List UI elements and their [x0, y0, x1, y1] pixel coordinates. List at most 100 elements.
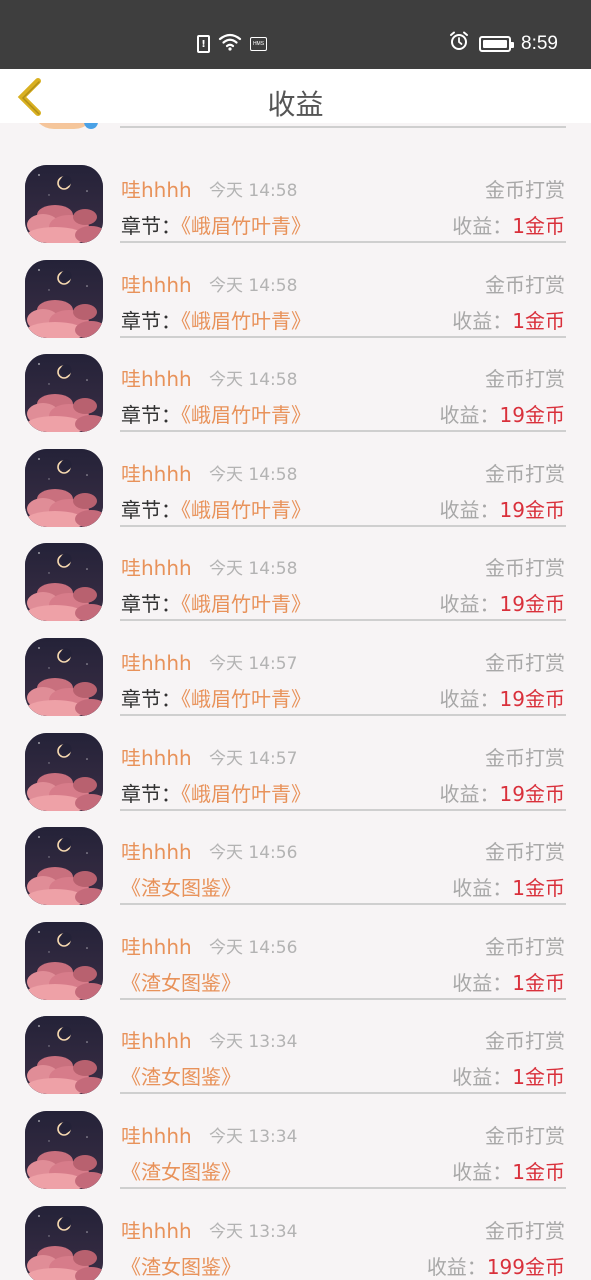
avatar	[25, 638, 103, 716]
user-name[interactable]: 哇hhhh	[121, 363, 192, 392]
earning-value: 1金币	[512, 1160, 565, 1184]
user-name[interactable]: 哇hhhh	[121, 1120, 192, 1149]
user-name[interactable]: 哇hhhh	[121, 552, 192, 581]
list-item[interactable]: 哇hhhh 今天 14:57 金币打赏 章节：《峨眉竹叶青》 收益：19金币	[0, 617, 591, 716]
chapter-name[interactable]: 《峨眉竹叶青》	[181, 687, 311, 711]
chapter-info: 《渣女图鉴》	[121, 967, 241, 996]
user-name[interactable]: 哇hhhh	[121, 269, 192, 298]
earning-label: 收益：	[452, 1065, 513, 1090]
reward-type: 金币打赏	[485, 1124, 565, 1148]
chapter-name[interactable]: 《峨眉竹叶青》	[181, 592, 311, 616]
user-name[interactable]: 哇hhhh	[121, 174, 192, 203]
night-sky-cloud-icon	[25, 638, 103, 716]
avatar	[25, 827, 103, 906]
user-name[interactable]: 哇hhhh	[121, 1215, 192, 1244]
night-sky-cloud-icon	[25, 354, 103, 433]
list-item[interactable]: 哇hhhh 今天 13:34 金币打赏 《渣女图鉴》 收益：1金币	[0, 995, 591, 1095]
list-item[interactable]: 哇hhhh 今天 14:57 金币打赏 章节：《峨眉竹叶青》 收益：19金币	[0, 712, 591, 811]
chapter-name[interactable]: 《峨眉竹叶青》	[181, 403, 311, 427]
night-sky-cloud-icon	[25, 165, 103, 243]
earning: 收益：1金币	[452, 967, 565, 996]
earning-label: 收益：	[439, 497, 500, 522]
chapter-name[interactable]: 《峨眉竹叶青》	[181, 498, 311, 522]
list-item[interactable]: 哇hhhh 今天 14:58 金币打赏 章节：《峨眉竹叶青》 收益：19金币	[0, 333, 591, 433]
earning-label: 收益：	[452, 308, 513, 333]
earning-label: 收益：	[439, 781, 500, 806]
chapter-name[interactable]: 《渣女图鉴》	[121, 1160, 241, 1184]
timestamp: 今天 14:58	[209, 370, 298, 391]
chapter-info: 《渣女图鉴》	[121, 872, 241, 901]
list-item[interactable]: 哇hhhh 今天 13:34 金币打赏 《渣女图鉴》 收益：199金币	[0, 1185, 591, 1280]
earning: 收益：19金币	[440, 494, 565, 523]
user-name[interactable]: 哇hhhh	[121, 931, 192, 960]
avatar	[25, 259, 103, 338]
timestamp: 今天 14:58	[209, 275, 298, 296]
chapter-label: 章节：	[121, 214, 181, 238]
list-item-partial	[0, 123, 591, 143]
earning: 收益：1金币	[452, 1061, 565, 1090]
earning: 收益：1金币	[452, 1156, 565, 1185]
reward-type: 金币打赏	[485, 272, 565, 297]
divider	[120, 126, 566, 128]
hms-icon: HMS	[250, 37, 267, 51]
chapter-info: 章节：《峨眉竹叶青》	[121, 210, 311, 239]
earning-label: 收益：	[426, 1254, 487, 1279]
earning-value: 1金币	[512, 970, 565, 995]
list-item[interactable]: 哇hhhh 今天 14:58 金币打赏 章节：《峨眉竹叶青》 收益：19金币	[0, 522, 591, 622]
chapter-info: 章节：《峨眉竹叶青》	[121, 399, 311, 428]
chapter-info: 章节：《峨眉竹叶青》	[121, 778, 311, 807]
chapter-info: 章节：《峨眉竹叶青》	[121, 588, 311, 617]
chapter-label: 章节：	[121, 687, 181, 711]
timestamp: 今天 14:58	[209, 559, 298, 580]
user-name[interactable]: 哇hhhh	[121, 1025, 192, 1054]
earning: 收益：1金币	[452, 872, 565, 901]
earning-value: 1金币	[512, 876, 565, 901]
user-name[interactable]: 哇hhhh	[121, 458, 192, 487]
chapter-name[interactable]: 《峨眉竹叶青》	[181, 782, 311, 806]
chapter-info: 章节：《峨眉竹叶青》	[121, 683, 311, 712]
earning-value: 1金币	[512, 214, 565, 238]
night-sky-cloud-icon	[25, 921, 103, 1000]
list-item[interactable]: 哇hhhh 今天 14:58 金币打赏 章节：《峨眉竹叶青》 收益：19金币	[0, 428, 591, 527]
chapter-name[interactable]: 《峨眉竹叶青》	[181, 214, 311, 238]
timestamp: 今天 14:57	[209, 748, 298, 769]
earning-value: 19金币	[499, 403, 565, 428]
alarm-icon	[449, 31, 469, 57]
chapter-name[interactable]: 《渣女图鉴》	[121, 971, 241, 995]
user-name[interactable]: 哇hhhh	[121, 742, 192, 771]
list-item[interactable]: 哇hhhh 今天 14:56 金币打赏 《渣女图鉴》 收益：1金币	[0, 806, 591, 906]
chapter-name[interactable]: 《渣女图鉴》	[121, 1255, 241, 1279]
chapter-info: 《渣女图鉴》	[121, 1251, 241, 1280]
timestamp: 今天 14:56	[209, 843, 298, 864]
page-title: 收益	[267, 88, 324, 121]
earning-value: 19金币	[499, 781, 565, 806]
earnings-list[interactable]: 哇hhhh 今天 14:58 金币打赏 章节：《峨眉竹叶青》 收益：1金币 哇h…	[0, 123, 591, 1280]
reward-type: 金币打赏	[485, 556, 565, 581]
timestamp: 今天 14:58	[209, 181, 298, 201]
chapter-name[interactable]: 《峨眉竹叶青》	[181, 309, 311, 333]
timestamp: 今天 13:34	[209, 1221, 298, 1242]
night-sky-cloud-icon	[25, 259, 103, 338]
reward-type: 金币打赏	[485, 745, 565, 770]
list-item[interactable]: 哇hhhh 今天 14:58 金币打赏 章节：《峨眉竹叶青》 收益：1金币	[0, 239, 591, 338]
user-name[interactable]: 哇hhhh	[121, 647, 192, 676]
list-item[interactable]: 哇hhhh 今天 14:58 金币打赏 章节：《峨眉竹叶青》 收益：1金币	[0, 144, 591, 243]
reward-type: 金币打赏	[485, 651, 565, 675]
night-sky-cloud-icon	[25, 543, 103, 622]
earning-value: 19金币	[499, 687, 565, 711]
status-bar: ! HMS 8:59	[0, 0, 591, 69]
list-item[interactable]: 哇hhhh 今天 14:56 金币打赏 《渣女图鉴》 收益：1金币	[0, 901, 591, 1000]
chapter-name[interactable]: 《渣女图鉴》	[121, 1065, 241, 1089]
chapter-name[interactable]: 《渣女图鉴》	[121, 876, 241, 900]
user-name[interactable]: 哇hhhh	[121, 836, 192, 865]
earning-value: 19金币	[499, 497, 565, 522]
avatar	[25, 732, 103, 811]
earning: 收益：19金币	[440, 778, 565, 807]
avatar	[25, 1205, 103, 1280]
reward-type: 金币打赏	[485, 178, 565, 202]
battery-icon	[479, 36, 515, 52]
chapter-label: 章节：	[121, 497, 181, 522]
reward-type: 金币打赏	[485, 934, 565, 959]
list-item[interactable]: 哇hhhh 今天 13:34 金币打赏 《渣女图鉴》 收益：1金币	[0, 1090, 591, 1189]
chapter-info: 章节：《峨眉竹叶青》	[121, 305, 311, 334]
